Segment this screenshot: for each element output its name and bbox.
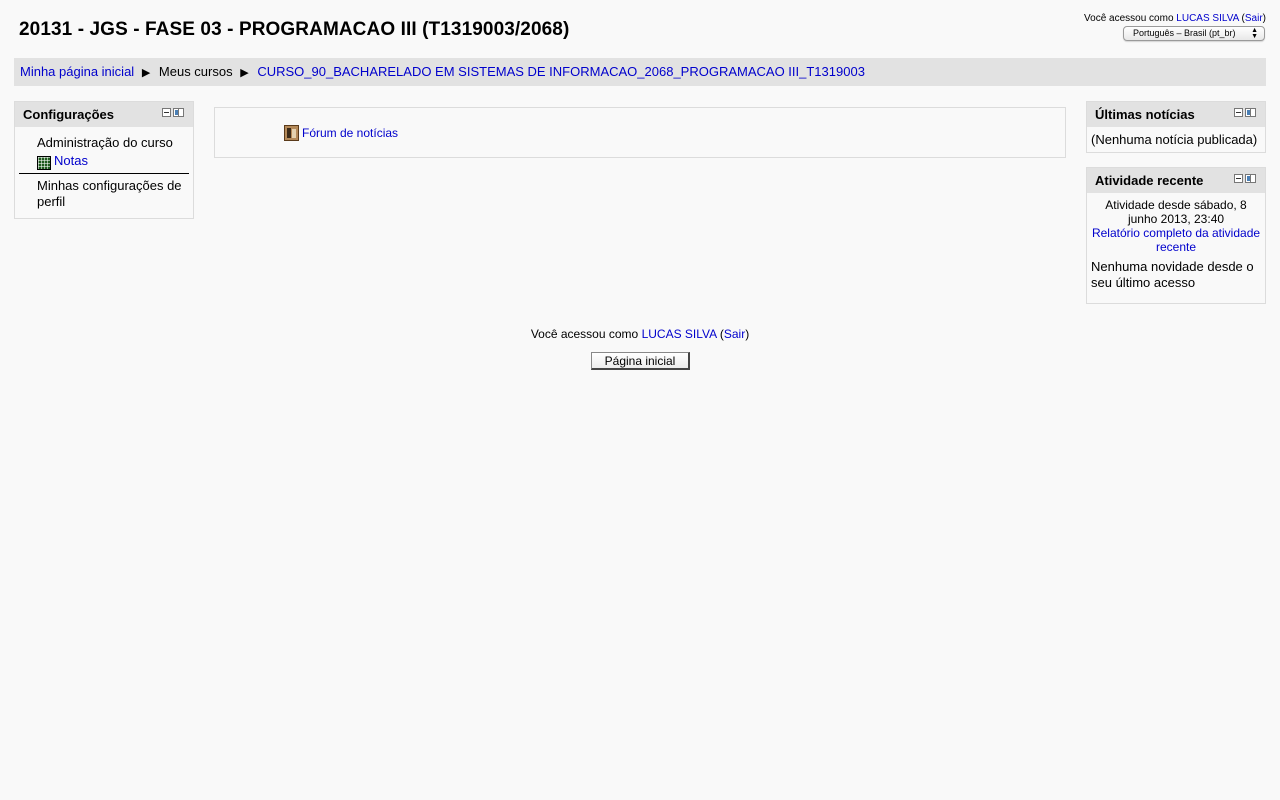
- recent-activity-block: Atividade recente Atividade desde sábado…: [1086, 167, 1266, 304]
- recent-block-body: Atividade desde sábado, 8 junho 2013, 23…: [1087, 193, 1265, 291]
- language-select-value: Português ‎– Brasil ‎(pt_br)‎: [1133, 28, 1236, 38]
- news-block-title: Últimas notícias: [1095, 107, 1195, 122]
- forum-activity[interactable]: Fórum de notícias: [284, 125, 398, 141]
- login-info: Você acessou como LUCAS SILVA (Sair): [1084, 13, 1266, 24]
- settings-block-title: Configurações: [23, 107, 115, 122]
- forum-icon: [284, 125, 299, 141]
- settings-block-body: Administração do curso Notas Minhas conf…: [15, 127, 193, 210]
- grades-item[interactable]: Notas: [19, 153, 189, 170]
- block-hide-icon[interactable]: [162, 108, 171, 117]
- block-controls: [162, 108, 184, 119]
- language-select[interactable]: Português ‎– Brasil ‎(pt_br)‎ ▲ ▼: [1123, 26, 1265, 41]
- news-block: Últimas notícias (Nenhuma notícia public…: [1086, 101, 1266, 153]
- recent-block-header: Atividade recente: [1087, 168, 1265, 193]
- news-block-header: Últimas notícias: [1087, 102, 1265, 127]
- forum-link[interactable]: Fórum de notícias: [302, 126, 398, 140]
- block-hide-icon[interactable]: [1234, 108, 1243, 117]
- breadcrumb: Minha página inicial ▶ Meus cursos ▶ CUR…: [14, 58, 1266, 86]
- select-arrows-icon: ▲ ▼: [1251, 27, 1258, 40]
- user-name-link[interactable]: LUCAS SILVA: [1176, 13, 1238, 24]
- block-controls: [1234, 108, 1256, 119]
- course-admin-item[interactable]: Administração do curso: [19, 135, 189, 151]
- block-hide-icon[interactable]: [1234, 174, 1243, 183]
- recent-block-title: Atividade recente: [1095, 173, 1204, 188]
- logout-close-paren: ): [1262, 13, 1266, 24]
- profile-settings-item[interactable]: Minhas configurações de perfil: [19, 178, 189, 210]
- breadcrumb-home[interactable]: Minha página inicial: [20, 64, 134, 79]
- breadcrumb-separator-icon: ▶: [240, 67, 249, 79]
- settings-block: Configurações Administração do curso Not…: [14, 101, 194, 219]
- footer-login-info: Você acessou como LUCAS SILVA (Sair): [0, 327, 1280, 341]
- login-prefix: Você acessou como: [1084, 13, 1174, 24]
- recent-since-text: Atividade desde sábado, 8 junho 2013, 23…: [1105, 198, 1247, 226]
- recent-none-text: Nenhuma novidade desde o seu último aces…: [1091, 259, 1254, 290]
- grades-table-icon: [37, 156, 51, 170]
- news-empty-text: (Nenhuma notícia publicada): [1091, 132, 1258, 147]
- breadcrumb-separator-icon: ▶: [141, 67, 151, 79]
- footer-logout-link[interactable]: Sair: [724, 327, 745, 341]
- block-dock-icon[interactable]: [1245, 108, 1256, 117]
- logout-link[interactable]: Sair: [1245, 13, 1263, 24]
- block-dock-icon[interactable]: [1245, 174, 1256, 183]
- block-dock-icon[interactable]: [173, 108, 184, 117]
- divider: [19, 173, 189, 174]
- block-controls: [1234, 174, 1256, 185]
- footer-login-prefix: Você acessou como: [530, 327, 639, 341]
- settings-block-header: Configurações: [15, 102, 193, 127]
- home-page-button[interactable]: Página inicial: [591, 352, 690, 370]
- footer-logout-close-paren: ): [745, 327, 750, 341]
- grades-link[interactable]: Notas: [54, 153, 88, 169]
- breadcrumb-my-courses: Meus cursos: [158, 64, 233, 79]
- course-section: Fórum de notícias: [214, 107, 1066, 158]
- breadcrumb-course[interactable]: CURSO_90_BACHARELADO EM SISTEMAS DE INFO…: [257, 64, 865, 79]
- footer-user-name-link[interactable]: LUCAS SILVA: [642, 327, 717, 341]
- page-title: 20131 - JGS - FASE 03 - PROGRAMACAO III …: [19, 19, 570, 40]
- recent-report-link[interactable]: Relatório completo da atividade recente: [1091, 226, 1261, 254]
